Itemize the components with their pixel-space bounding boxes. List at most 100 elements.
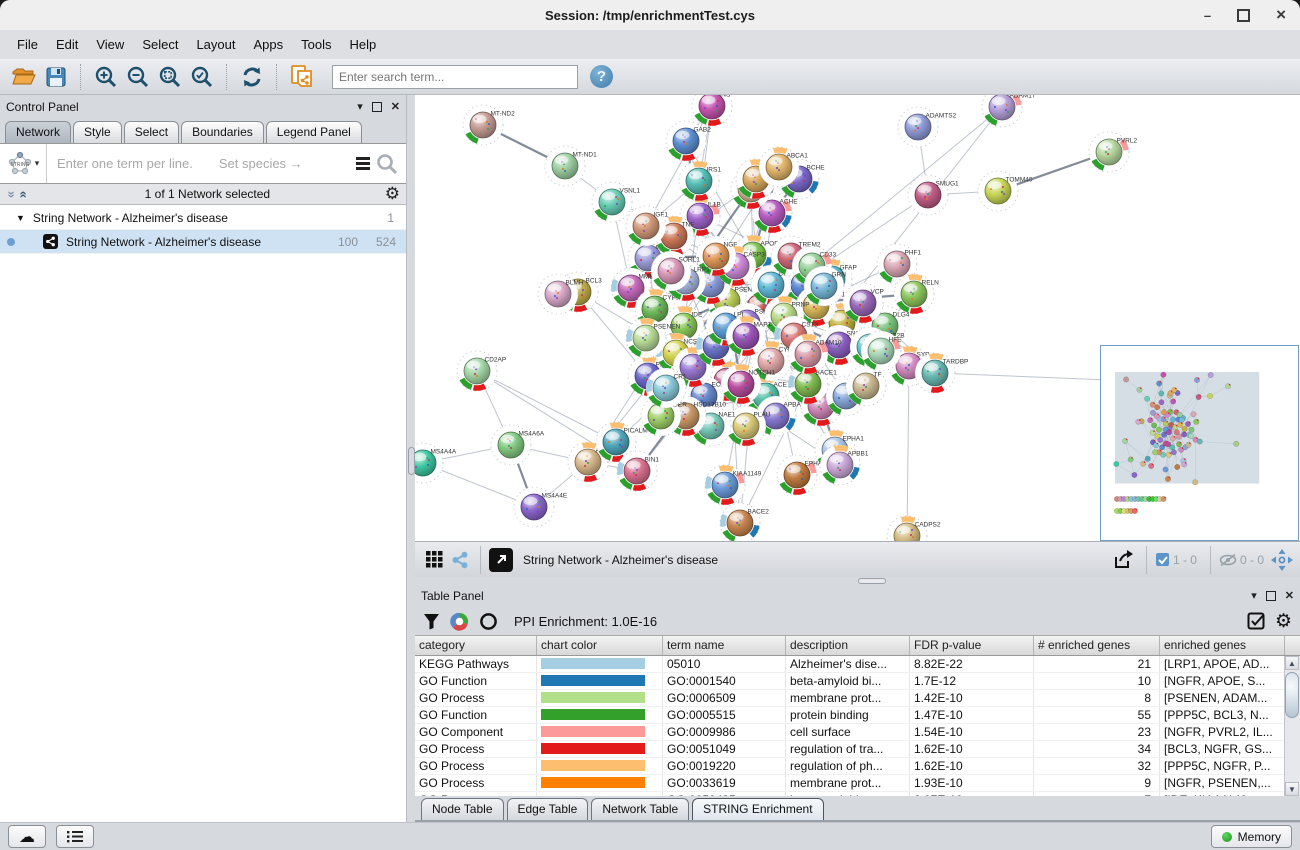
help-icon[interactable]: ? [590, 65, 613, 88]
float-panel-icon[interactable] [372, 102, 382, 112]
col-chart-color[interactable]: chart color [537, 636, 663, 655]
tab-string-enrichment[interactable]: STRING Enrichment [692, 798, 823, 820]
col-gene-count[interactable]: # enriched genes [1034, 636, 1160, 655]
network-node[interactable]: TARDBP [915, 353, 968, 393]
tab-network-table[interactable]: Network Table [591, 798, 689, 820]
network-node[interactable]: ADAMTS2 [898, 107, 957, 147]
network-node[interactable]: BACE2 [720, 503, 769, 541]
tab-boundaries[interactable]: Boundaries [181, 121, 264, 143]
scroll-down-icon[interactable]: ▼ [1285, 782, 1299, 796]
network-node[interactable]: MS4A6A [491, 425, 545, 465]
filter-icon[interactable] [423, 613, 440, 630]
menu-view[interactable]: View [87, 34, 133, 55]
close-button[interactable]: × [1276, 5, 1286, 25]
collapse-all-icon[interactable]: « [17, 188, 32, 200]
network-node[interactable]: SMUG1 [908, 175, 959, 215]
network-node[interactable]: ADAM17 [982, 95, 1036, 127]
horizontal-splitter[interactable] [415, 577, 1300, 584]
network-node[interactable]: INS [692, 95, 732, 126]
menu-tools[interactable]: Tools [292, 34, 340, 55]
selected-count-checkbox-icon[interactable] [1155, 552, 1170, 567]
search-input[interactable] [332, 65, 578, 89]
select-all-checkbox-icon[interactable] [1247, 612, 1265, 630]
string-query-placeholder[interactable]: Enter one term per line. [57, 156, 193, 171]
ring-chart-icon[interactable] [479, 612, 498, 631]
string-database-selector[interactable]: STRING ▾ [0, 144, 47, 183]
network-node[interactable]: TOMM40 [978, 171, 1033, 211]
table-row[interactable]: GO ProcessGO:0033619membrane prot...1.93… [415, 775, 1300, 792]
scroll-up-icon[interactable]: ▲ [1285, 656, 1299, 670]
network-collection-row[interactable]: ▼ String Network - Alzheimer's disease 1 [0, 206, 406, 230]
network-node[interactable]: MS4A4E [514, 487, 568, 527]
table-row[interactable]: GO ProcessGO:0051049regulation of tra...… [415, 741, 1300, 758]
table-row[interactable]: GO ProcessGO:0019220regulation of ph...1… [415, 758, 1300, 775]
splitter-grip[interactable] [408, 447, 415, 475]
scroll-thumb[interactable] [1285, 672, 1299, 718]
table-row[interactable]: GO FunctionGO:0001540beta-amyloid bi...1… [415, 673, 1300, 690]
network-node[interactable]: PVRL2 [1089, 132, 1137, 172]
float-panel-icon[interactable] [1266, 591, 1276, 601]
tab-edge-table[interactable]: Edge Table [507, 798, 589, 820]
grid-view-button[interactable] [421, 545, 447, 575]
network-node[interactable]: TF [846, 366, 886, 406]
refresh-button[interactable] [236, 62, 268, 92]
tab-node-table[interactable]: Node Table [421, 798, 504, 820]
tree-expander-icon[interactable]: ▼ [16, 213, 25, 223]
task-history-button[interactable] [56, 825, 94, 848]
panel-menu-icon[interactable]: ▾ [1251, 589, 1257, 602]
pan-compass-icon[interactable] [1270, 548, 1294, 572]
cloud-tasks-button[interactable]: ☁ [8, 825, 46, 848]
network-options-gear-icon[interactable]: ⚙ [385, 184, 400, 204]
col-category[interactable]: category [415, 636, 537, 655]
col-term-name[interactable]: term name [663, 636, 786, 655]
network-node[interactable]: MT-ND1 [545, 146, 597, 186]
col-genes[interactable]: enriched genes [1160, 636, 1285, 655]
network-node[interactable]: CADPS2 [887, 516, 941, 541]
network-view-button[interactable] [447, 545, 473, 575]
zoom-fit-button[interactable] [154, 62, 186, 92]
table-settings-gear-icon[interactable]: ⚙ [1275, 610, 1292, 633]
network-node[interactable]: EPHA3 [777, 455, 826, 495]
menu-file[interactable]: File [8, 34, 47, 55]
memory-button[interactable]: Memory [1211, 825, 1292, 848]
menu-apps[interactable]: Apps [245, 34, 293, 55]
table-row[interactable]: GO FunctionGO:0005515protein binding1.47… [415, 707, 1300, 724]
network-node[interactable]: MS4A4A [415, 443, 457, 483]
menu-layout[interactable]: Layout [187, 34, 244, 55]
network-node[interactable]: GAB2 [666, 121, 711, 161]
string-options-menu-icon[interactable] [356, 155, 370, 173]
col-fdr[interactable]: FDR p-value [910, 636, 1034, 655]
network-node[interactable]: IRS1 [679, 161, 721, 201]
zoom-selected-button[interactable] [186, 62, 218, 92]
network-node[interactable]: KIAA1149 [705, 465, 762, 505]
minimize-button[interactable]: – [1204, 8, 1211, 23]
string-search-icon[interactable] [374, 151, 400, 177]
maximize-button[interactable] [1237, 9, 1250, 22]
pie-chart-icon[interactable] [450, 612, 469, 631]
menu-select[interactable]: Select [133, 34, 187, 55]
network-row-selected[interactable]: String Network - Alzheimer's disease 100… [0, 230, 406, 254]
network-node[interactable]: APBB1 [820, 445, 869, 485]
tab-network[interactable]: Network [5, 121, 71, 143]
detach-view-button[interactable] [489, 548, 513, 572]
close-panel-icon[interactable]: ✕ [391, 100, 400, 113]
zoom-in-button[interactable] [90, 62, 122, 92]
table-row[interactable]: GO ProcessGO:0006509membrane prot...1.42… [415, 690, 1300, 707]
hidden-count-eye-icon[interactable] [1219, 553, 1237, 567]
panel-menu-icon[interactable]: ▾ [357, 100, 363, 113]
tab-select[interactable]: Select [124, 121, 179, 143]
network-canvas[interactable]: MT-ND2MT-ND1VSNL1GAB2INSADAMTS2ADAM17SMU… [415, 95, 1300, 541]
network-node[interactable]: BIN1 [617, 451, 659, 491]
table-row[interactable]: GO ComponentGO:0009986cell surface1.54E-… [415, 724, 1300, 741]
menu-help[interactable]: Help [341, 34, 386, 55]
menu-edit[interactable]: Edit [47, 34, 87, 55]
open-session-button[interactable] [8, 62, 40, 92]
export-network-button[interactable] [1107, 545, 1139, 575]
zoom-out-button[interactable] [122, 62, 154, 92]
save-session-button[interactable] [40, 62, 72, 92]
network-from-clipboard-button[interactable] [286, 62, 318, 92]
birds-eye-view[interactable] [1100, 345, 1299, 541]
network-node[interactable]: RELN [894, 274, 939, 314]
table-scrollbar[interactable]: ▲ ▼ [1284, 656, 1300, 796]
tab-style[interactable]: Style [73, 121, 122, 143]
